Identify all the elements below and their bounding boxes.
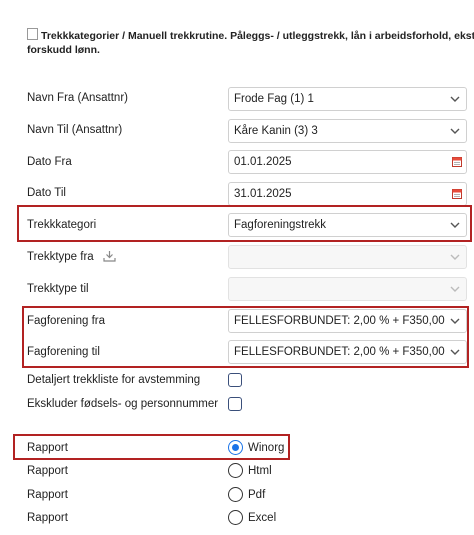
page-title: Trekkkategorier / Manuell trekkrutine. P… bbox=[27, 28, 474, 57]
dato-fra-input[interactable]: 01.01.2025 bbox=[228, 150, 467, 174]
ekskluder-checkbox[interactable] bbox=[228, 397, 242, 411]
chevron-down-icon bbox=[450, 96, 460, 102]
trekktype-til-select[interactable] bbox=[228, 277, 467, 301]
chevron-down-icon bbox=[450, 222, 460, 228]
chevron-down-icon bbox=[450, 286, 460, 292]
radio-pdf-label[interactable]: Pdf bbox=[248, 489, 265, 501]
calendar-icon[interactable] bbox=[452, 156, 462, 167]
navn-fra-label: Navn Fra (Ansattnr) bbox=[27, 92, 128, 104]
radio-pdf[interactable] bbox=[228, 487, 243, 502]
radio-excel-label[interactable]: Excel bbox=[248, 512, 276, 524]
rapport-label: Rapport bbox=[27, 465, 68, 477]
trekkkategori-value: Fagforeningstrekk bbox=[234, 219, 327, 231]
detaljert-checkbox[interactable] bbox=[228, 373, 242, 387]
navn-fra-value: Frode Fag (1) 1 bbox=[234, 93, 314, 105]
trekktype-fra-label-text: Trekktype fra bbox=[27, 251, 94, 263]
calendar-icon[interactable] bbox=[452, 188, 462, 199]
fagforening-fra-label: Fagforening fra bbox=[27, 315, 105, 327]
trekktype-fra-label: Trekktype fra bbox=[27, 250, 116, 263]
detaljert-label: Detaljert trekkliste for avstemming bbox=[27, 374, 201, 386]
radio-winorg-label[interactable]: Winorg bbox=[248, 442, 284, 454]
radio-excel[interactable] bbox=[228, 510, 243, 525]
dato-til-value: 31.01.2025 bbox=[234, 188, 292, 200]
trekktype-fra-select[interactable] bbox=[228, 245, 467, 269]
fagforening-fra-select[interactable]: FELLESFORBUNDET: 2,00 % + F350,00 bbox=[228, 309, 467, 333]
navn-fra-select[interactable]: Frode Fag (1) 1 bbox=[228, 87, 467, 111]
fagforening-til-value: FELLESFORBUNDET: 2,00 % + F350,00 bbox=[234, 346, 445, 358]
navn-til-select[interactable]: Kåre Kanin (3) 3 bbox=[228, 119, 467, 143]
rapport-label: Rapport bbox=[27, 489, 68, 501]
document-icon bbox=[27, 28, 38, 40]
navn-til-value: Kåre Kanin (3) 3 bbox=[234, 125, 318, 137]
fagforening-fra-value: FELLESFORBUNDET: 2,00 % + F350,00 bbox=[234, 315, 445, 327]
chevron-down-icon bbox=[450, 128, 460, 134]
radio-html[interactable] bbox=[228, 463, 243, 478]
title-line2: forskudd lønn. bbox=[27, 44, 100, 56]
trekktype-til-label: Trekktype til bbox=[27, 283, 89, 295]
trekkkategori-select[interactable]: Fagforeningstrekk bbox=[228, 213, 467, 237]
trekkkategori-label: Trekkkategori bbox=[27, 219, 97, 231]
radio-html-label[interactable]: Html bbox=[248, 465, 272, 477]
chevron-down-icon bbox=[450, 318, 460, 324]
rapport-label: Rapport bbox=[27, 442, 68, 454]
download-icon[interactable] bbox=[103, 250, 116, 262]
fagforening-til-select[interactable]: FELLESFORBUNDET: 2,00 % + F350,00 bbox=[228, 340, 467, 364]
dato-til-label: Dato Til bbox=[27, 187, 66, 199]
fagforening-til-label: Fagforening til bbox=[27, 346, 100, 358]
navn-til-label: Navn Til (Ansattnr) bbox=[27, 124, 123, 136]
radio-winorg[interactable] bbox=[228, 440, 243, 455]
dato-fra-value: 01.01.2025 bbox=[234, 156, 292, 168]
dato-fra-label: Dato Fra bbox=[27, 156, 72, 168]
title-line1: Trekkkategorier / Manuell trekkrutine. P… bbox=[41, 30, 474, 42]
ekskluder-label: Ekskluder fødsels- og personnummer bbox=[27, 398, 219, 410]
rapport-label: Rapport bbox=[27, 512, 68, 524]
chevron-down-icon bbox=[450, 349, 460, 355]
dato-til-input[interactable]: 31.01.2025 bbox=[228, 182, 467, 206]
chevron-down-icon bbox=[450, 254, 460, 260]
